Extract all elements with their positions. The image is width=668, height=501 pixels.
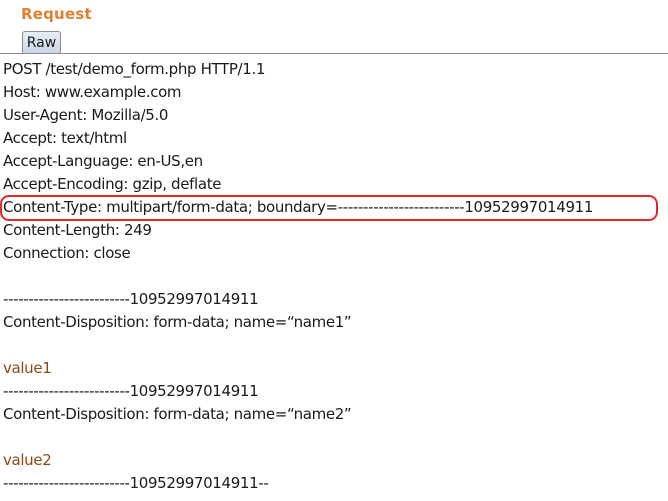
panel-title: Request	[21, 5, 92, 23]
header-accept-language: Accept-Language: en-US,en	[3, 152, 203, 170]
form-value-1: value1	[3, 359, 52, 377]
tab-divider	[0, 53, 668, 54]
header-user-agent: User-Agent: Mozilla/5.0	[3, 106, 169, 124]
header-connection: Connection: close	[3, 244, 131, 262]
header-accept: Accept: text/html	[3, 129, 127, 147]
header-accept-encoding: Accept-Encoding: gzip, deflate	[3, 175, 222, 193]
tab-raw[interactable]: Raw	[22, 31, 61, 53]
header-content-length: Content-Length: 249	[3, 221, 152, 239]
header-content-type: Content-Type: multipart/form-data; bound…	[3, 198, 594, 216]
header-host: Host: www.example.com	[3, 83, 182, 101]
content-disposition-name2: Content-Disposition: form-data; name=“na…	[3, 405, 352, 423]
boundary-line: -------------------------10952997014911	[3, 290, 259, 308]
raw-request-body: POST /test/demo_form.php HTTP/1.1 Host: …	[3, 58, 665, 495]
content-disposition-name1: Content-Disposition: form-data; name=“na…	[3, 313, 352, 331]
form-value-2: value2	[3, 451, 52, 469]
closing-boundary-line: -------------------------10952997014911-…	[3, 474, 269, 492]
request-line: POST /test/demo_form.php HTTP/1.1	[3, 60, 266, 78]
boundary-line: -------------------------10952997014911	[3, 382, 259, 400]
